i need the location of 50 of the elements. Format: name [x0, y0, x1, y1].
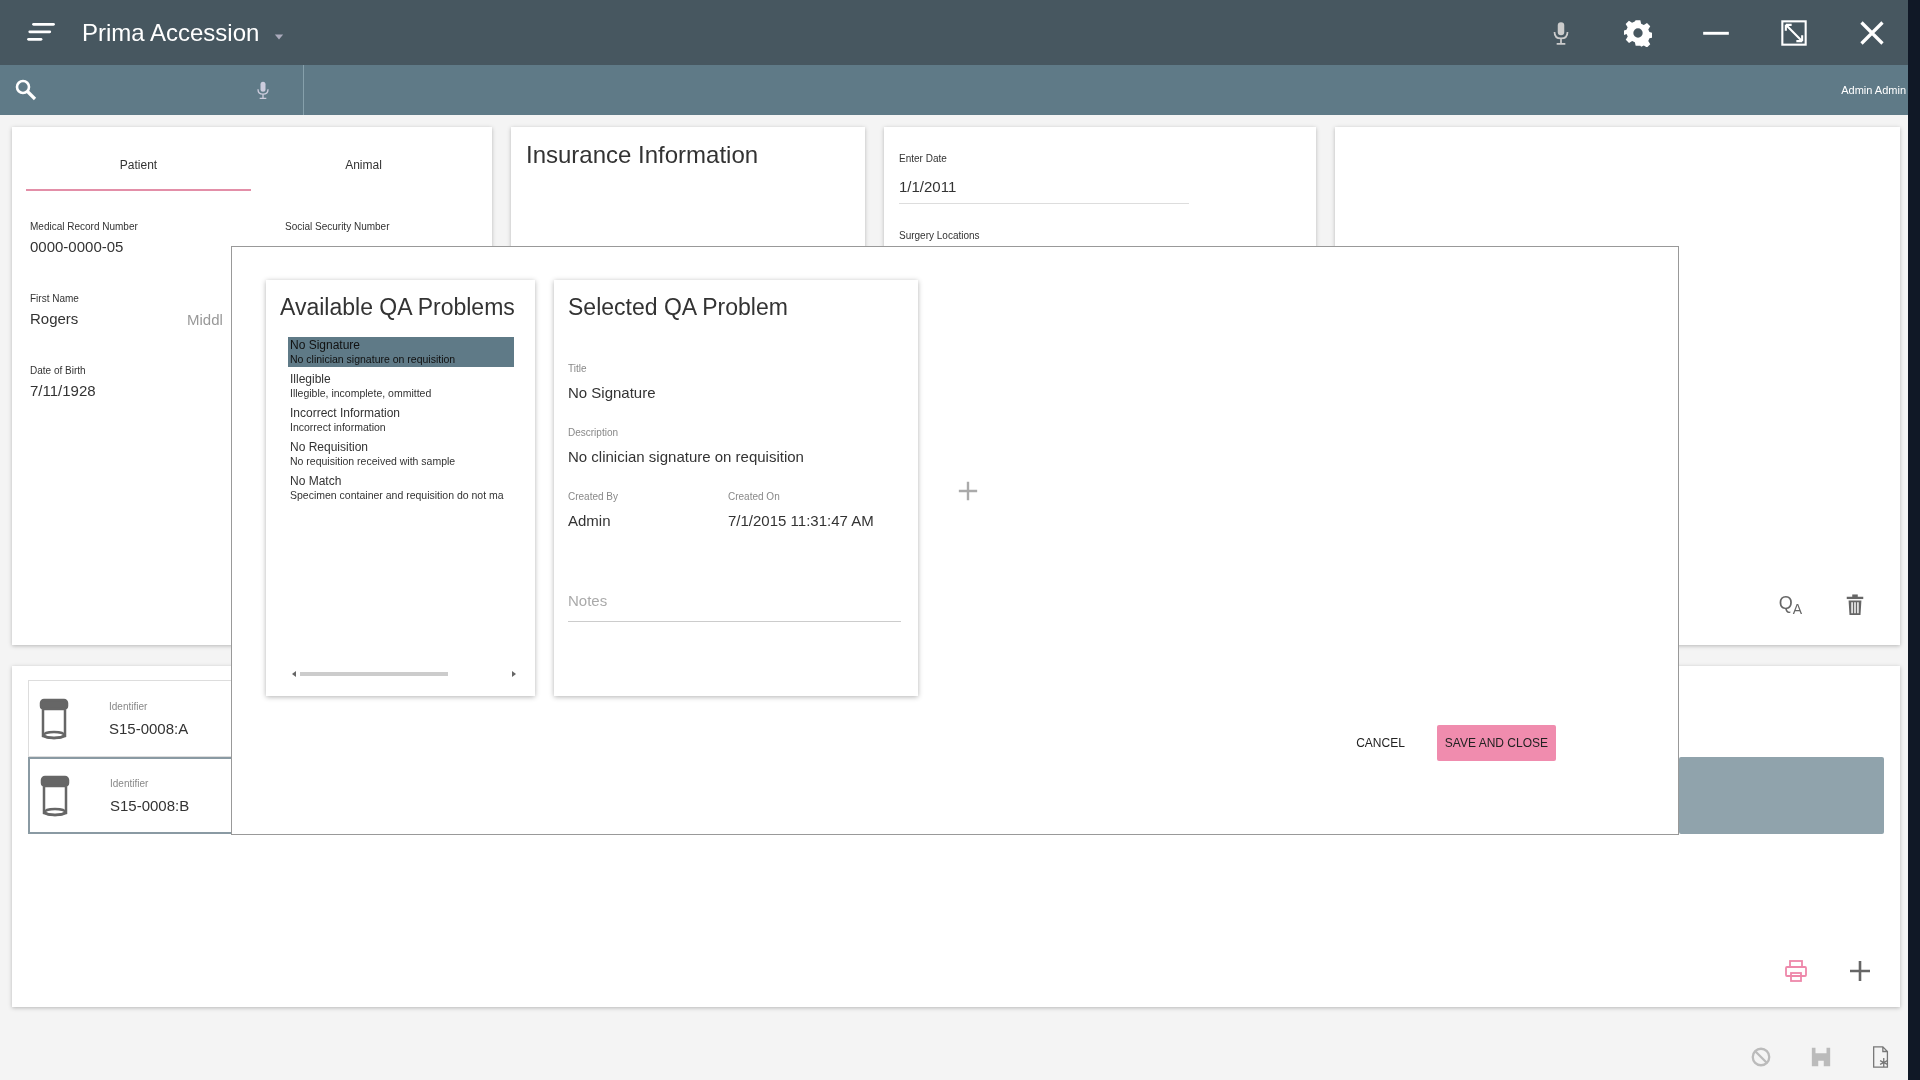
jar-icon	[40, 774, 70, 817]
tab[interactable]: Patient	[26, 141, 251, 191]
horizontal-scrollbar[interactable]	[292, 670, 516, 678]
field-value: 0000-0000-05	[30, 238, 124, 255]
field-label: First Name	[30, 293, 79, 304]
card-title: Available QA Problems	[280, 294, 516, 321]
field-value: 7/1/2015 11:31:47 AM	[728, 512, 875, 529]
cancel-button[interactable]: CANCEL	[1346, 728, 1415, 758]
field-label: Medical Record Number	[30, 221, 138, 232]
notes-field[interactable]: Notes	[568, 579, 901, 622]
jar-icon	[39, 697, 69, 740]
settings-icon[interactable]	[1624, 18, 1652, 47]
field-label: Title	[568, 363, 588, 374]
save-button[interactable]: SAVE AND CLOSE	[1436, 725, 1556, 761]
card-title: Selected QA Problem	[568, 294, 789, 321]
date-field[interactable]: 1/1/2011	[899, 174, 1189, 204]
field-label: Created On	[728, 491, 781, 502]
field-label: Surgery Locations	[899, 230, 981, 241]
specimen-id: S15-0008:B	[110, 796, 190, 814]
field-label: Date of Birth	[30, 365, 86, 376]
close-icon[interactable]	[1858, 18, 1886, 47]
problem-list-item[interactable]: No Signature No clinician signature on requisition	[288, 337, 514, 367]
qa-button[interactable]: Q$_{A}$	[1778, 593, 1802, 617]
field-label: Description	[568, 427, 620, 438]
app-title: Prima Accession	[82, 18, 260, 47]
printer-icon[interactable]	[1784, 959, 1808, 983]
problem-list-item[interactable]: Incorrect Information Incorrect information	[288, 405, 514, 435]
problem-list-item[interactable]: No Match Specimen container and requisition do not ma	[288, 473, 514, 503]
add-icon[interactable]	[957, 480, 979, 502]
field-label: Enter Date	[899, 153, 948, 164]
maximize-icon[interactable]	[1780, 18, 1808, 47]
field-value: Admin	[568, 512, 612, 529]
field-value: 7/11/1928	[30, 382, 96, 399]
field-value: Rogers	[30, 310, 79, 327]
field-value: No clinician signature on requisition	[568, 448, 805, 465]
tab[interactable]: Animal	[251, 141, 476, 191]
field-label: Identifier	[109, 700, 149, 712]
field-value: No Signature	[568, 384, 657, 401]
problem-list-item[interactable]: No Requisition No requisition received with sample	[288, 439, 514, 469]
plus-icon[interactable]	[1848, 959, 1872, 983]
search-icon[interactable]	[14, 78, 38, 102]
field-label: Identifier	[110, 777, 150, 789]
trash-icon[interactable]	[1844, 593, 1866, 617]
specimen-id: S15-0008:A	[109, 719, 189, 737]
user-name[interactable]: Admin Admin	[1841, 84, 1906, 96]
field-label: Social Security Number	[285, 221, 390, 232]
problem-list-item[interactable]: Illegible Illegible, incomplete, ommitted	[288, 371, 514, 401]
search-field[interactable]	[14, 65, 304, 115]
field-label: Created By	[568, 491, 620, 502]
card-title: Insurance Information	[525, 140, 760, 170]
